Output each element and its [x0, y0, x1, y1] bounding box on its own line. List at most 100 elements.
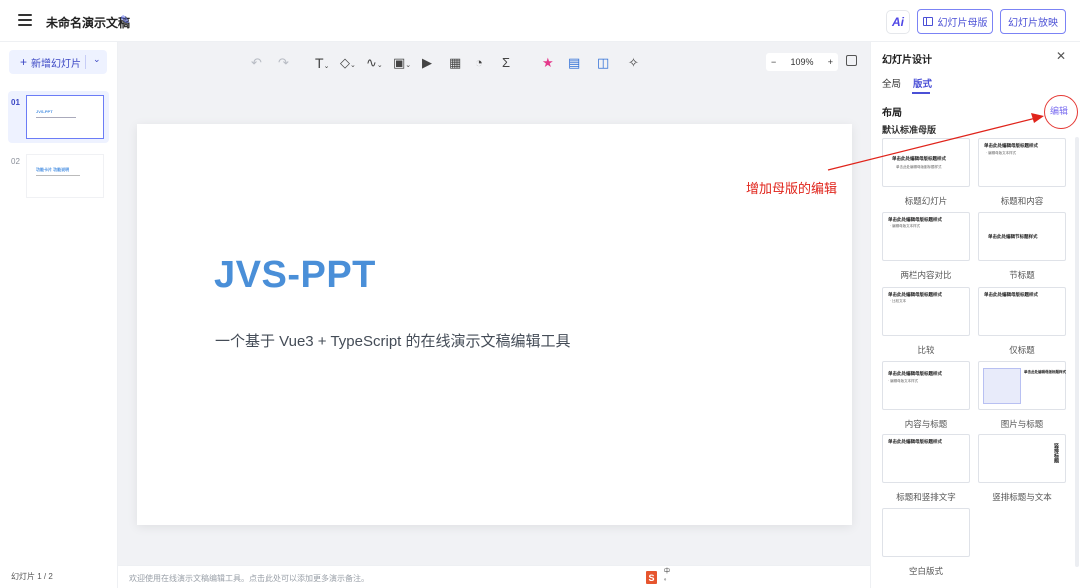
- ime-punct: 。: [664, 576, 671, 582]
- slide-thumbnail-1[interactable]: 01 JVS-PPT: [8, 91, 109, 143]
- slide-preview: 功能卡片 功能说明: [26, 154, 104, 198]
- ime-logo-icon: S: [646, 571, 657, 584]
- undo-icon[interactable]: ↶: [251, 55, 262, 71]
- add-slide-button[interactable]: + 新增幻灯片 ⌄: [9, 50, 107, 74]
- slide-title[interactable]: JVS-PPT: [214, 254, 376, 297]
- document-title[interactable]: 未命名演示文稿: [46, 14, 130, 31]
- layout-title-only[interactable]: 单击此处编辑母版标题样式: [978, 287, 1066, 336]
- slideshow-button[interactable]: 幻灯片放映: [1000, 9, 1066, 34]
- layout-heading: 单击此处编辑母版标题样式: [892, 156, 946, 161]
- slide-master-button[interactable]: 幻灯片母版: [917, 9, 993, 34]
- layout-label: 标题和竖排文字: [896, 492, 956, 502]
- zoom-out-icon[interactable]: −: [771, 57, 776, 67]
- tab-layout[interactable]: 版式: [913, 76, 932, 90]
- panel-scrollbar[interactable]: [1075, 137, 1079, 567]
- chart-icon[interactable]: ◔: [475, 55, 483, 70]
- layout-heading: 单击此处编辑母版标题样式: [984, 143, 1038, 148]
- layout-label: 节标题: [1009, 270, 1035, 280]
- text-icon[interactable]: T⌄: [315, 55, 329, 71]
- design-panel: 幻灯片设计 ✕ 全局 版式 布局 编辑 默认标准母版 单击此处编辑母版标题样式 …: [870, 42, 1080, 588]
- layout-heading: 单击此处编辑母版标题样式: [888, 292, 942, 297]
- active-tab-indicator: [912, 92, 930, 94]
- layout-subtext: · 编辑母版文本样式: [986, 151, 1017, 155]
- formula-icon[interactable]: Σ: [502, 55, 510, 70]
- layout-icon: [922, 17, 933, 26]
- editor-canvas: ↶ ↷ T⌄ ◇⌄ ∿⌄ ▣⌄ ▶ ▦ ◔ Σ ★ ▤ ◫ ✧ − 109% +…: [118, 42, 870, 588]
- layout-comparison[interactable]: 单击此处编辑母版标题样式 · 比较文本: [882, 287, 970, 336]
- hamburger-menu-icon[interactable]: [18, 14, 32, 26]
- layout-vertical-title[interactable]: 竖排标题: [978, 434, 1066, 483]
- layout-heading: 单击此处编辑母版标题样式: [888, 439, 942, 444]
- annotation-text: 增加母版的编辑: [746, 181, 838, 196]
- notes-bar[interactable]: 欢迎使用在线演示文稿编辑工具。点击此处可以添加更多演示备注。 S 中。: [118, 565, 870, 588]
- layout-heading: 单击此处编辑母版标题样式: [888, 371, 942, 376]
- line-icon[interactable]: ∿⌄: [366, 55, 383, 71]
- ai-assistant-button[interactable]: Ai: [886, 10, 910, 34]
- slide-counter: 幻灯片 1 / 2: [11, 572, 53, 581]
- layout-heading: 单击此处编辑母版标题样式: [1024, 370, 1066, 374]
- thumb-title: JVS-PPT: [36, 109, 53, 114]
- zoom-level[interactable]: 109%: [790, 57, 813, 67]
- close-icon[interactable]: ✕: [1056, 49, 1066, 63]
- video-icon[interactable]: ▶: [422, 55, 432, 71]
- layout-picture-title[interactable]: 单击此处编辑母版标题样式: [978, 361, 1066, 410]
- layout-heading: 单击此处编辑节标题样式: [988, 234, 1038, 239]
- notes-placeholder[interactable]: 欢迎使用在线演示文稿编辑工具。点击此处可以添加更多演示备注。: [129, 573, 369, 584]
- layout-label: 标题幻灯片: [904, 196, 948, 206]
- divider: [85, 55, 86, 69]
- thumbnail-panel: + 新增幻灯片 ⌄ 01 JVS-PPT 02 功能卡片 功能说明: [0, 42, 118, 588]
- shape-icon[interactable]: ◇⌄: [340, 55, 356, 71]
- thumb-text-line: [36, 175, 80, 176]
- highlight-circle: [1044, 95, 1078, 129]
- slide-canvas[interactable]: JVS-PPT 一个基于 Vue3 + TypeScript 的在线演示文稿编辑…: [137, 124, 852, 525]
- image-icon[interactable]: ▣⌄: [393, 55, 411, 71]
- zoom-in-icon[interactable]: +: [828, 57, 833, 67]
- layout-content-title[interactable]: 单击此处编辑母版标题样式 · 编辑母版文本样式: [882, 361, 970, 410]
- comment-icon[interactable]: ▤: [568, 55, 580, 71]
- layout-two-column[interactable]: 单击此处编辑母版标题样式 · 编辑母版文本样式: [882, 212, 970, 261]
- add-slide-label: 新增幻灯片: [31, 58, 82, 70]
- thumb-subtitle-line: [36, 117, 76, 118]
- layout-heading: 单击此处编辑母版标题样式: [888, 217, 942, 222]
- layout-section-header[interactable]: 单击此处编辑节标题样式: [978, 212, 1066, 261]
- sparkle-icon[interactable]: ✧: [628, 55, 639, 71]
- layout-vertical-text[interactable]: 单击此处编辑母版标题样式: [882, 434, 970, 483]
- tab-global[interactable]: 全局: [882, 76, 901, 90]
- panel-title: 幻灯片设计: [882, 55, 932, 66]
- layout-subtext: · 比较文本: [890, 299, 907, 303]
- slide-master-label: 幻灯片母版: [937, 18, 988, 29]
- redo-icon[interactable]: ↷: [278, 55, 289, 71]
- layout-subtext: 单击此处编辑母版副标题样式: [896, 165, 942, 169]
- layout-title-slide[interactable]: 单击此处编辑母版标题样式 单击此处编辑母版副标题样式: [882, 138, 970, 187]
- ime-mode: 中: [664, 569, 671, 575]
- layout-subtext: · 编辑母版文本样式: [890, 224, 921, 228]
- layout-subtext: · 编辑母版文本样式: [888, 379, 919, 383]
- master-name: 默认标准母版: [882, 125, 937, 135]
- zoom-control: − 109% +: [766, 53, 838, 71]
- table-icon[interactable]: ▦: [449, 55, 461, 71]
- toolbar: ↶ ↷ T⌄ ◇⌄ ∿⌄ ▣⌄ ▶ ▦ ◔ Σ ★ ▤ ◫ ✧ − 109% +: [118, 42, 870, 83]
- layout-label: 标题和内容: [1000, 196, 1044, 206]
- slide-subtitle[interactable]: 一个基于 Vue3 + TypeScript 的在线演示文稿编辑工具: [215, 330, 571, 351]
- slide-number: 02: [11, 157, 20, 166]
- plus-icon: +: [20, 55, 28, 69]
- chevron-down-icon[interactable]: ⌄: [93, 54, 101, 65]
- app-window: 未命名演示文稿 ✎ Ai 幻灯片母版 幻灯片放映 + 新增幻灯片 ⌄ 01 JV…: [0, 0, 1080, 588]
- layout-label: 空白版式: [908, 566, 943, 576]
- slide-number: 01: [11, 98, 20, 107]
- layout-blank[interactable]: [882, 508, 970, 557]
- layout-label: 两栏内容对比: [900, 270, 952, 280]
- layout-heading: 单击此处编辑母版标题样式: [984, 292, 1038, 297]
- panel-icon[interactable]: ◫: [597, 55, 609, 71]
- layout-label: 竖排标题与文本: [992, 492, 1052, 502]
- slide-thumbnail-2[interactable]: 02 功能卡片 功能说明: [8, 150, 109, 202]
- star-icon[interactable]: ★: [542, 55, 554, 71]
- fit-screen-icon[interactable]: [846, 55, 857, 66]
- layout-title-content[interactable]: 单击此处编辑母版标题样式 · 编辑母版文本样式: [978, 138, 1066, 187]
- layout-label: 图片与标题: [1000, 419, 1044, 429]
- header-bar: 未命名演示文稿 ✎ Ai 幻灯片母版 幻灯片放映: [0, 0, 1080, 42]
- pencil-icon[interactable]: ✎: [120, 13, 130, 27]
- layout-label: 比较: [917, 345, 935, 355]
- layout-label: 仅标题: [1009, 345, 1035, 355]
- slide-preview: JVS-PPT: [26, 95, 104, 139]
